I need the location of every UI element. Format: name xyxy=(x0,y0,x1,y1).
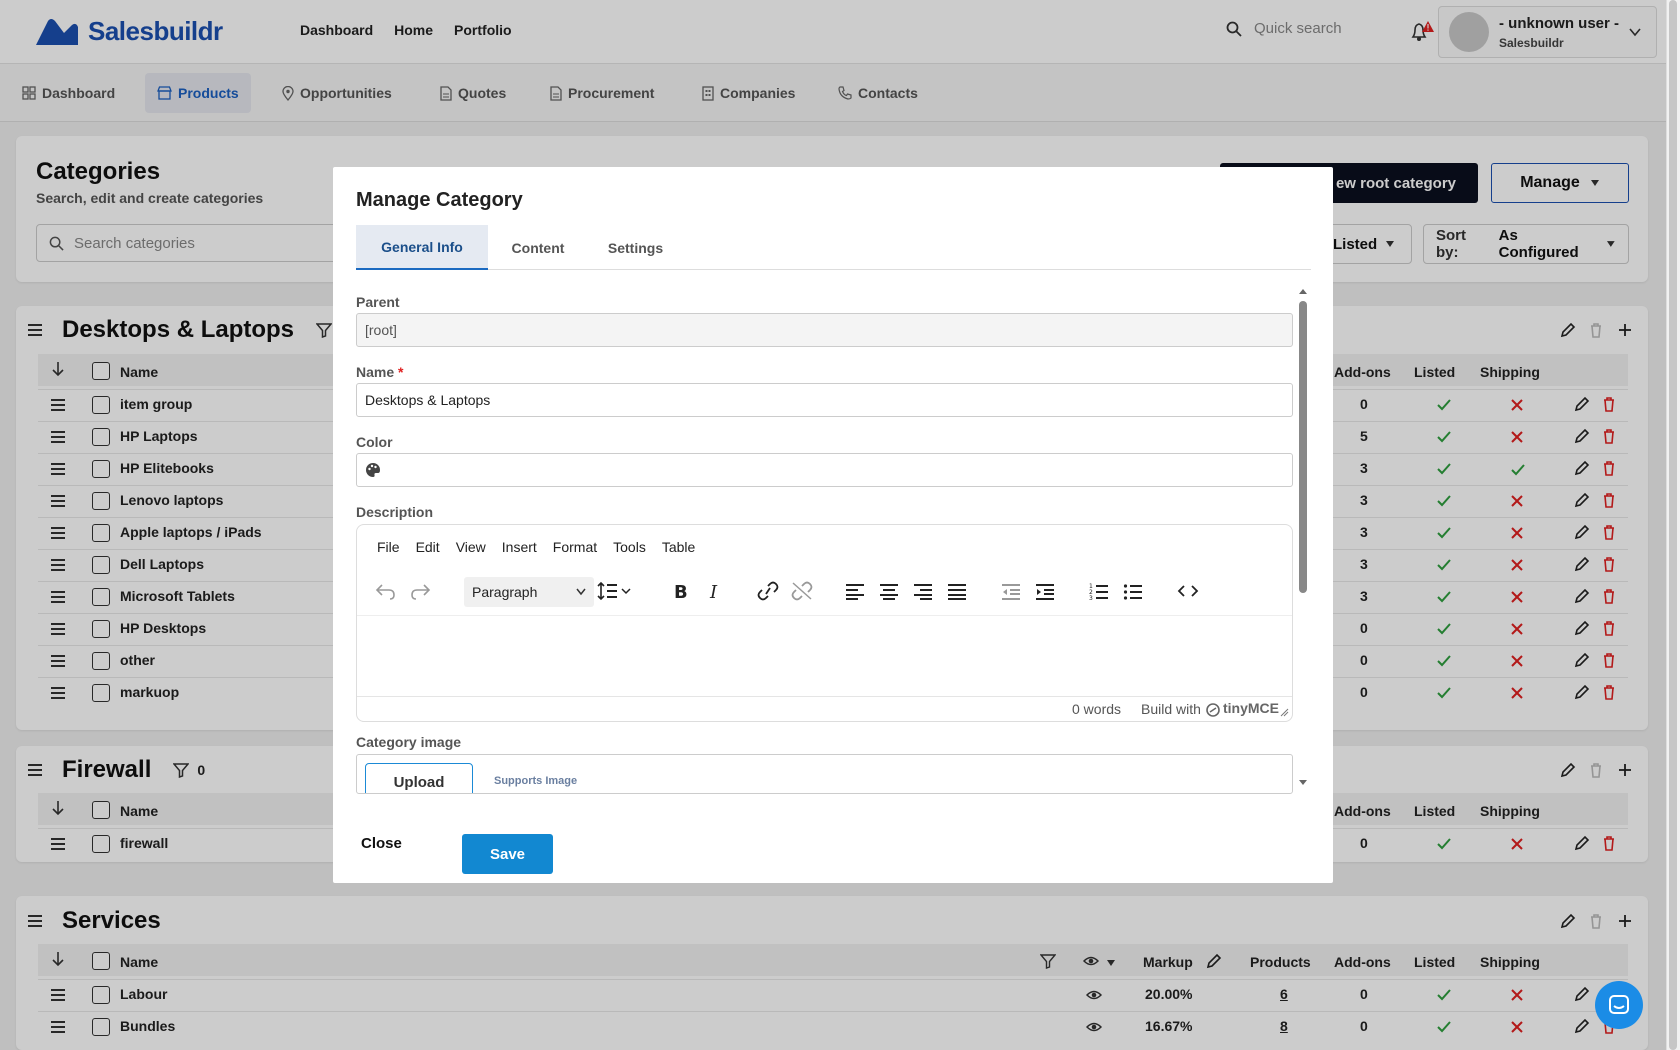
close-button[interactable]: Close xyxy=(361,835,402,852)
parent-label: Parent xyxy=(356,294,400,310)
description-label: Description xyxy=(356,504,434,520)
name-label: Name * xyxy=(356,364,403,380)
chat-icon xyxy=(1609,995,1629,1014)
page-scrollbar-thumb[interactable] xyxy=(1669,0,1677,1050)
outdent-icon[interactable] xyxy=(1001,581,1021,601)
menu-table[interactable]: Table xyxy=(662,539,695,555)
align-justify-icon[interactable] xyxy=(947,581,967,601)
line-height-icon[interactable] xyxy=(597,581,633,601)
block-format-select[interactable]: Paragraph xyxy=(464,577,594,607)
modal-scrollbar-thumb[interactable] xyxy=(1299,301,1307,593)
rich-text-editor: File Edit View Insert Format Tools Table… xyxy=(356,524,1293,722)
category-image-label: Category image xyxy=(356,734,462,750)
modal-title: Manage Category xyxy=(356,189,523,211)
undo-icon[interactable] xyxy=(375,581,397,601)
required-mark: * xyxy=(398,364,404,380)
svg-text:3: 3 xyxy=(1089,595,1093,601)
chat-launcher-button[interactable] xyxy=(1595,981,1643,1029)
save-button[interactable]: Save xyxy=(462,834,553,874)
chevron-down-icon xyxy=(576,588,586,596)
modal-tabs: General Info Content Settings xyxy=(356,225,1311,270)
numbered-list-icon[interactable]: 123 xyxy=(1089,581,1109,601)
menu-insert[interactable]: Insert xyxy=(502,539,537,555)
resize-handle-icon[interactable] xyxy=(1279,707,1289,717)
editor-toolbar: Paragraph B I 123 xyxy=(357,573,1292,613)
bold-icon[interactable]: B xyxy=(671,581,689,601)
upload-tab[interactable]: Upload xyxy=(365,763,473,793)
modal-scrollbar[interactable] xyxy=(1297,287,1309,787)
menu-format[interactable]: Format xyxy=(553,539,597,555)
parent-field[interactable]: [root] xyxy=(356,313,1293,347)
editor-statusbar: 0 words Build with tinyMCE xyxy=(357,696,1292,721)
menu-view[interactable]: View xyxy=(456,539,486,555)
redo-icon[interactable] xyxy=(409,581,431,601)
italic-icon[interactable]: I xyxy=(705,581,723,601)
menu-file[interactable]: File xyxy=(377,539,400,555)
indent-icon[interactable] xyxy=(1035,581,1055,601)
link-icon[interactable] xyxy=(757,581,779,601)
supports-image-text: Supports Image xyxy=(494,775,578,787)
parent-value: [root] xyxy=(365,322,397,338)
color-label: Color xyxy=(356,434,393,450)
tinymce-logo-icon xyxy=(1206,703,1220,717)
align-left-icon[interactable] xyxy=(845,581,865,601)
svg-text:B: B xyxy=(674,582,688,601)
tab-content[interactable]: Content xyxy=(494,225,582,270)
palette-icon xyxy=(366,463,380,477)
color-field[interactable] xyxy=(356,453,1293,487)
editor-menubar: File Edit View Insert Format Tools Table xyxy=(377,539,695,555)
category-image-uploader: Upload Supports Image xyxy=(356,754,1293,794)
tinymce-brand[interactable]: tinyMCE xyxy=(1223,700,1279,716)
bullet-list-icon[interactable] xyxy=(1123,581,1143,601)
name-value: Desktops & Laptops xyxy=(365,392,491,408)
svg-text:I: I xyxy=(709,582,718,601)
scroll-up-icon[interactable] xyxy=(1298,287,1308,295)
word-count: 0 words xyxy=(1072,701,1122,717)
name-label-text: Name xyxy=(356,364,395,380)
menu-tools[interactable]: Tools xyxy=(613,539,646,555)
unlink-icon[interactable] xyxy=(791,581,813,601)
block-format-value: Paragraph xyxy=(472,584,538,600)
source-code-icon[interactable] xyxy=(1177,581,1199,601)
editor-content-area[interactable] xyxy=(357,615,1292,697)
manage-category-modal: Manage Category General Info Content Set… xyxy=(333,167,1333,883)
align-right-icon[interactable] xyxy=(913,581,933,601)
build-with-text: Build with xyxy=(1141,701,1201,717)
tab-general-info[interactable]: General Info xyxy=(356,225,488,270)
align-center-icon[interactable] xyxy=(879,581,899,601)
scroll-down-icon[interactable] xyxy=(1298,779,1308,787)
name-field[interactable]: Desktops & Laptops xyxy=(356,383,1293,417)
menu-edit[interactable]: Edit xyxy=(416,539,440,555)
tab-settings[interactable]: Settings xyxy=(588,225,683,270)
